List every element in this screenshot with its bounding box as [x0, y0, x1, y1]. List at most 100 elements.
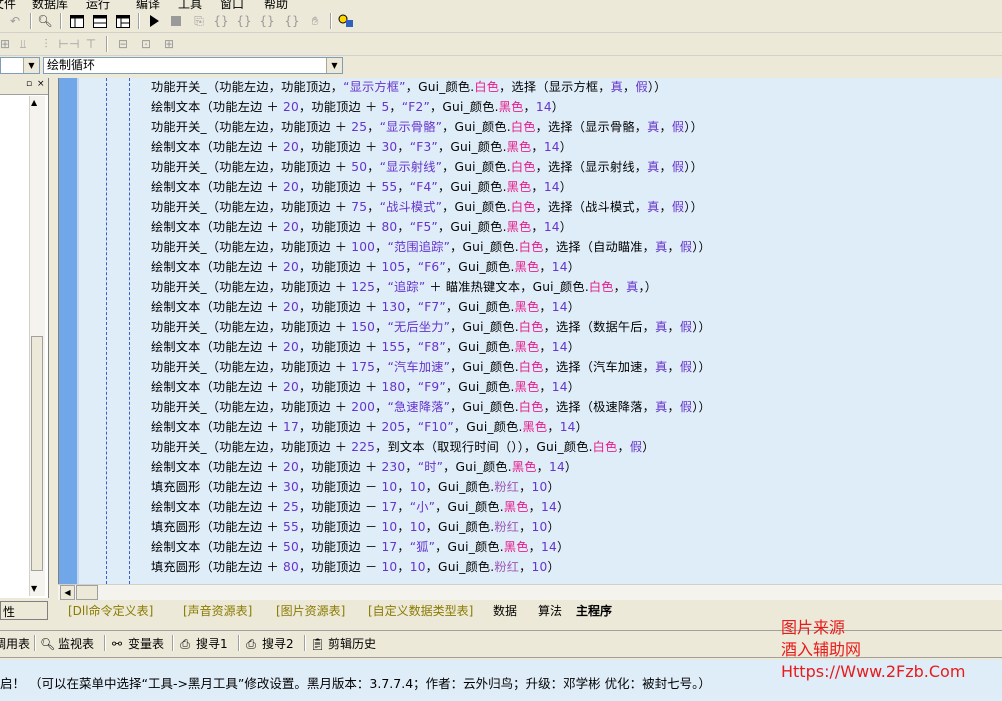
bottom-tab[interactable]: 调用表 [0, 635, 30, 653]
code-line[interactable]: 绘制文本（功能左边 ＋ 20，功能顶边 ＋ 180，“F9”，Gui_颜色.黑色… [151, 377, 580, 397]
code-line[interactable]: 填充圆形（功能左边 ＋ 80，功能顶边 － 10，10，Gui_颜色.粉红，10… [151, 557, 560, 577]
code-line[interactable]: 绘制文本（功能左边 ＋ 20，功能顶边 ＋ 130，“F7”，Gui_颜色.黑色… [151, 297, 580, 317]
menu-item[interactable]: 窗口 [220, 0, 244, 10]
align-right-icon[interactable]: ⫶ [37, 35, 55, 53]
editor-tab[interactable]: [图片资源表] [272, 603, 349, 620]
code-line[interactable]: 功能开关_（功能左边，功能顶边 ＋ 25，“显示骨骼”，Gui_颜色.白色，选择… [151, 117, 703, 137]
step-over-icon[interactable]: {} [235, 12, 253, 30]
menu-item[interactable]: 编译 [136, 0, 160, 10]
editor-tab[interactable]: [Dll命令定义表] [64, 603, 157, 620]
code-line[interactable]: 绘制文本（功能左边 ＋ 20，功能顶边 ＋ 55，“F4”，Gui_颜色.黑色，… [151, 177, 572, 197]
code-line[interactable]: 绘制文本（功能左边 ＋ 25，功能顶边 － 17，“小”，Gui_颜色.黑色，1… [151, 497, 569, 517]
layout3-icon[interactable] [114, 12, 132, 30]
editor-tab[interactable]: [声音资源表] [179, 603, 256, 620]
menu-item[interactable]: 文件 [0, 0, 16, 10]
scroll-down-icon[interactable]: ▼ [31, 584, 37, 593]
code-line[interactable]: 绘制文本（功能左边 ＋ 20，功能顶边 ＋ 5，“F2”，Gui_颜色.黑色，1… [151, 97, 564, 117]
code-line[interactable]: 功能开关_（功能左边，功能顶边 ＋ 150，“无后坐力”，Gui_颜色.白色，选… [151, 317, 711, 337]
code-line[interactable]: 功能开关_（功能左边，功能顶边 ＋ 200，“急速降落”，Gui_颜色.白色，选… [151, 397, 711, 417]
code-editor[interactable]: 功能开关_（功能左边，功能顶边，“显示方框”，Gui_颜色.白色，选择（显示方框… [58, 78, 1002, 584]
code-line[interactable]: 功能开关_（功能左边，功能顶边，“显示方框”，Gui_颜色.白色，选择（显示方框… [151, 78, 667, 97]
code-line[interactable]: 绘制文本（功能左边 ＋ 17，功能顶边 ＋ 205，“F10”，Gui_颜色.黑… [151, 417, 588, 437]
editor-tab[interactable]: 主程序 [572, 603, 616, 620]
chevron-down-icon[interactable]: ▼ [326, 58, 342, 73]
code-line[interactable]: 绘制文本（功能左边 ＋ 20，功能顶边 ＋ 105，“F6”，Gui_颜色.黑色… [151, 257, 580, 277]
step-out-icon[interactable]: {} [258, 12, 276, 30]
bottom-tab[interactable]: ⎙ 搜寻2 [244, 635, 293, 653]
code-line[interactable]: 功能开关_（功能左边，功能顶边 ＋ 225，到文本（取现行时间（）），Gui_颜… [151, 437, 655, 457]
code-token: ） [575, 420, 589, 434]
scroll-left-icon[interactable]: ◀ [60, 585, 75, 600]
close-icon[interactable]: × [37, 79, 45, 89]
tool-icon[interactable] [337, 12, 355, 30]
bottom-tab[interactable]: ⚯ 变量表 [110, 635, 164, 653]
code-token: 真 [655, 360, 668, 374]
code-token: 20 [283, 460, 299, 474]
restore-icon[interactable]: ▫ [26, 79, 32, 89]
code-line[interactable]: 填充圆形（功能左边 ＋ 30，功能顶边 － 10，10，Gui_颜色.粉红，10… [151, 477, 560, 497]
stop-icon[interactable] [167, 12, 185, 30]
step-icon[interactable]: ⎘ [190, 12, 208, 30]
left-panel-scrollbar[interactable]: ▲ ▼ [29, 96, 45, 596]
code-line[interactable]: 功能开关_（功能左边，功能顶边 ＋ 125，“追踪” ＋ 瞄准热键文本，Gui_… [151, 277, 657, 297]
property-tab[interactable]: 性 [0, 601, 48, 620]
bottom-tab[interactable]: 📋︎ 剪辑历史 [310, 635, 376, 653]
code-line[interactable]: 功能开关_（功能左边，功能顶边 ＋ 50，“显示射线”，Gui_颜色.白色，选择… [151, 157, 703, 177]
code-token: ，功能顶边 － [298, 520, 382, 534]
code-token: ， [375, 280, 388, 294]
undo-icon[interactable]: ↶ [6, 12, 24, 30]
editor-tab[interactable]: 数据 [489, 603, 521, 620]
code-token: 125 [351, 280, 376, 294]
code-line[interactable]: 功能开关_（功能左边，功能顶边 ＋ 75，“战斗模式”，Gui_颜色.白色，选择… [151, 197, 703, 217]
code-token: “F2” [401, 100, 430, 114]
code-token: ，功能顶边 ＋ [298, 220, 382, 234]
editor-tab[interactable]: [自定义数据类型表] [364, 603, 477, 620]
distribute-v-icon[interactable]: ⊤ [82, 35, 100, 53]
scroll-up-icon[interactable]: ▲ [31, 98, 37, 107]
code-line[interactable]: 功能开关_（功能左边，功能顶边 ＋ 175，“汽车加速”，Gui_颜色.白色，选… [151, 357, 711, 377]
code-line[interactable]: 功能开关_（功能左边，功能顶边 ＋ 100，“范围追踪”，Gui_颜色.白色，选… [151, 237, 711, 257]
same-height-icon[interactable]: ⊡ [137, 35, 155, 53]
code-line[interactable]: 绘制文本（功能左边 ＋ 20，功能顶边 ＋ 30，“F3”，Gui_颜色.黑色，… [151, 137, 572, 157]
run-icon[interactable] [145, 12, 163, 30]
code-line[interactable]: 填充圆形（功能左边 ＋ 55，功能顶边 － 10，10，Gui_颜色.粉红，10… [151, 517, 560, 537]
hand-icon[interactable]: ✋︎ [306, 12, 324, 30]
scrollbar-thumb[interactable] [76, 585, 98, 600]
code-token: ， [375, 360, 388, 374]
distribute-h-icon[interactable]: ⊢⊣ [59, 35, 80, 53]
step-into-icon[interactable]: {} [212, 12, 230, 30]
layout1-icon[interactable] [68, 12, 86, 30]
menu-item[interactable]: 帮助 [264, 0, 288, 10]
subprogram-combo[interactable]: 绘制循环 ▼ [43, 57, 343, 74]
code-line[interactable]: 绘制文本（功能左边 ＋ 20，功能顶边 ＋ 155，“F8”，Gui_颜色.黑色… [151, 337, 580, 357]
code-token: 粉红 [494, 520, 520, 534]
code-token: 155 [381, 340, 406, 354]
code-token: 50 [283, 540, 299, 554]
code-token: ， [405, 380, 418, 394]
menu-item[interactable]: 数据库 [32, 0, 68, 10]
code-token: 假 [679, 240, 693, 254]
same-size-icon[interactable]: ⊞ [160, 35, 178, 53]
scrollbar-thumb[interactable] [31, 336, 43, 571]
code-token: 假 [671, 200, 685, 214]
code-token: 黑色 [514, 260, 540, 274]
code-line[interactable]: 绘制文本（功能左边 ＋ 20，功能顶边 ＋ 230，“时”，Gui_颜色.黑色，… [151, 457, 577, 477]
align-top-icon[interactable]: ⫫ [14, 35, 32, 53]
menu-item[interactable]: 运行 [86, 0, 110, 10]
search2-icon: ⎙ [246, 637, 256, 651]
object-combo[interactable]: ▼ [0, 57, 40, 74]
layout2-icon[interactable] [91, 12, 109, 30]
bottom-tab[interactable]: ⎙ 搜寻1 [178, 635, 227, 653]
find-icon[interactable]: 🔍︎ [36, 12, 54, 30]
code-line[interactable]: 绘制文本（功能左边 ＋ 20，功能顶边 ＋ 80，“F5”，Gui_颜色.黑色，… [151, 217, 572, 237]
menu-item[interactable]: 工具 [178, 0, 202, 10]
step-cursor-icon[interactable]: {} [283, 12, 301, 30]
code-token: 假 [671, 160, 685, 174]
code-line[interactable]: 绘制文本（功能左边 ＋ 50，功能顶边 － 17，“狐”，Gui_颜色.黑色，1… [151, 537, 569, 557]
chevron-down-icon[interactable]: ▼ [23, 58, 39, 73]
bottom-tab[interactable]: 🔍︎ 监视表 [40, 635, 94, 653]
align-left-icon[interactable]: ⊞ [0, 35, 14, 53]
same-width-icon[interactable]: ⊟ [114, 35, 132, 53]
editor-hscrollbar[interactable]: ◀ [58, 584, 1002, 600]
editor-tab[interactable]: 算法 [534, 603, 566, 620]
